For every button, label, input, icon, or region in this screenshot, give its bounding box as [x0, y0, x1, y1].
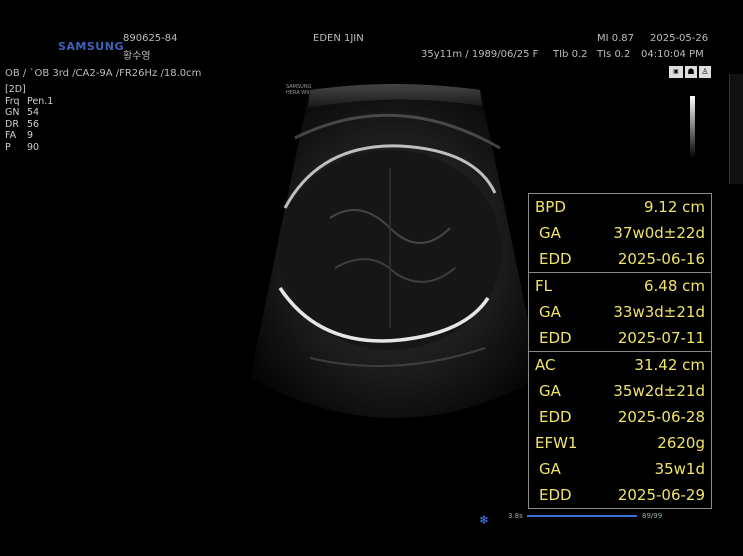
param-row: P 90: [5, 141, 40, 153]
cine-time: 3.8s: [508, 512, 523, 520]
measurement-row-edd: EDD 2025-06-16: [539, 250, 705, 268]
grayscale-bar: [690, 96, 695, 158]
measurement-row-ga: GA 37w0d±22d: [539, 224, 705, 242]
measurement-row-ga: GA 35w1d: [539, 460, 705, 478]
measurement-row-efw: EFW1 2620g: [535, 434, 705, 452]
measurement-row-bpd: BPD 9.12 cm: [535, 198, 705, 216]
brand-logo: SAMSUNG: [58, 40, 124, 53]
probe-preset-line: OB / `OB 3rd /CA2-9A /FR26Hz /18.0cm: [5, 68, 202, 79]
patient-name: 황수영: [123, 51, 151, 62]
cine-frame: 89/99: [642, 512, 663, 520]
param-row: FA 9: [5, 130, 34, 141]
cine-slider[interactable]: [527, 515, 637, 517]
measurement-row-ac: AC 31.42 cm: [535, 356, 705, 374]
ultrasound-image[interactable]: [250, 78, 540, 438]
exam-time: 04:10:04 PM: [641, 49, 704, 60]
param-row: DR 56: [5, 118, 40, 130]
person-icon: ♙: [699, 66, 711, 78]
measurement-row-ga: GA 35w2d±21d: [539, 382, 705, 400]
measurement-row-fl: FL 6.48 cm: [535, 277, 705, 295]
measurement-row-ga: GA 33w3d±21d: [539, 303, 705, 321]
thermal-index-bone: TIb 0.2: [553, 49, 588, 60]
param-row: Frq Pen.1: [5, 95, 54, 107]
mechanical-index: MI 0.87: [597, 33, 635, 44]
probe-icon: ▣: [669, 66, 683, 78]
imaging-parameters: [2D] Frq Pen.1 GN 54 DR 56 FA 9 P 90: [5, 84, 53, 153]
body-marker-icon: ☗: [685, 66, 697, 78]
thermal-index-soft: TIs 0.2: [597, 49, 631, 60]
thumbnail-strip[interactable]: [729, 74, 743, 184]
measurement-row-edd: EDD 2025-06-29: [539, 486, 705, 504]
snowflake-icon[interactable]: ❄: [479, 513, 489, 527]
patient-info: 35y11m / 1989/06/25 F: [421, 49, 539, 60]
measurement-row-edd: EDD 2025-07-11: [539, 329, 705, 347]
param-row: GN 54: [5, 107, 40, 118]
exam-date: 2025-05-26: [650, 33, 709, 44]
patient-id: 890625-84: [123, 33, 178, 44]
measurement-row-edd: EDD 2025-06-28: [539, 408, 705, 426]
measurement-panel: BPD 9.12 cm GA 37w0d±22d EDD 2025-06-16 FL 6…: [528, 193, 712, 509]
status-icons: ▣ ☗ ♙: [669, 66, 711, 78]
institution-name: EDEN 1JIN: [313, 33, 364, 44]
param-row: [2D]: [5, 84, 26, 95]
